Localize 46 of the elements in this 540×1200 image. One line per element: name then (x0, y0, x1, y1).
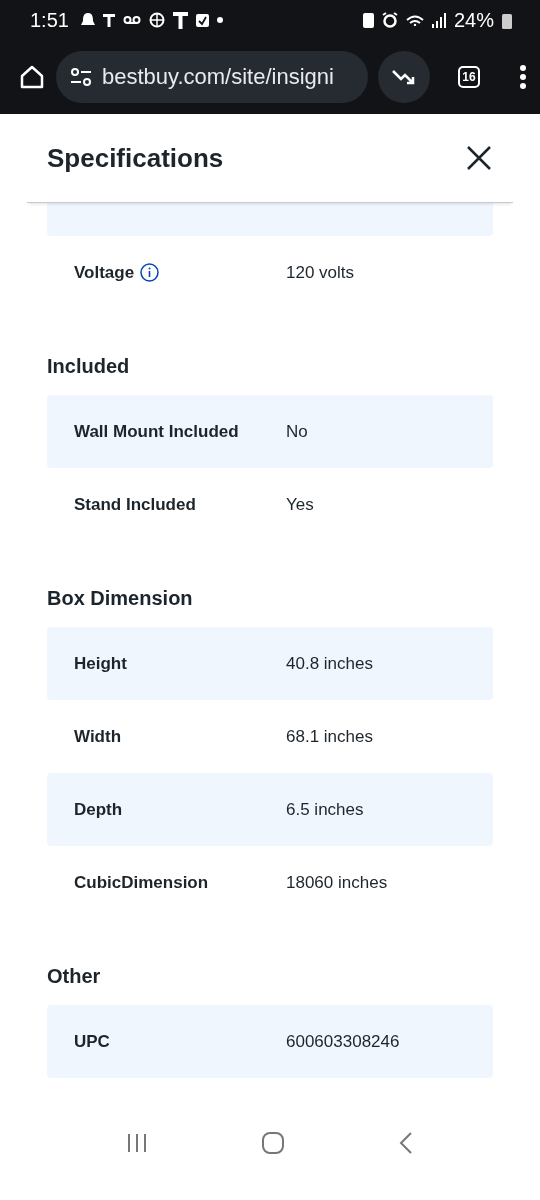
carrier-t-icon (102, 12, 115, 28)
carrier-t-icon (172, 11, 188, 29)
section-heading: Other (47, 964, 102, 989)
signal-icon (431, 12, 446, 28)
checkbox-icon (195, 13, 209, 27)
more-menu-icon[interactable] (520, 65, 526, 89)
battery-saver-icon (362, 12, 374, 28)
trend-button[interactable] (378, 51, 430, 103)
spec-value: No (286, 421, 309, 442)
spec-value: 120 volts (286, 262, 356, 283)
section-heading: Box Dimension (47, 586, 194, 611)
spec-label: Wall Mount Included (74, 421, 239, 442)
battery-percent: 24% (453, 8, 494, 32)
info-icon[interactable] (140, 263, 160, 282)
spec-value: 18060 inches (286, 872, 389, 893)
battery-icon (502, 11, 512, 29)
back-icon[interactable] (397, 1131, 414, 1155)
tab-count-button[interactable]: 16 (458, 66, 480, 88)
dot-icon (216, 17, 223, 23)
spec-value: Yes (286, 494, 315, 515)
spec-value: 6.5 inches (286, 799, 365, 820)
spec-label: Stand Included (74, 494, 196, 515)
recent-apps-icon[interactable] (126, 1133, 149, 1153)
section-heading: Included (47, 354, 131, 379)
close-button[interactable] (465, 144, 493, 172)
alarm-icon (381, 12, 398, 28)
panel-title: Specifications (47, 142, 224, 174)
spec-label: Width (74, 726, 122, 747)
wifi-icon (405, 14, 424, 26)
voicemail-icon (122, 15, 141, 25)
site-settings-icon[interactable] (70, 68, 92, 86)
spec-label: CubicDimension (74, 872, 209, 893)
status-time: 1:51 (30, 8, 69, 32)
spec-value: 600603308246 (286, 1031, 401, 1052)
spec-label: Voltage (74, 262, 135, 283)
spec-label: Depth (74, 799, 123, 820)
spec-label: UPC (74, 1031, 110, 1052)
home-icon[interactable] (18, 63, 46, 91)
trend-down-icon (391, 67, 417, 87)
spec-label: Height (74, 653, 127, 674)
spec-value: 40.8 inches (286, 653, 374, 674)
spec-value: 68.1 inches (286, 726, 374, 747)
pinwheel-icon (148, 12, 165, 28)
url-text: bestbuy.com/site/insigni (102, 64, 334, 90)
home-nav-icon[interactable] (261, 1131, 285, 1155)
address-bar[interactable]: bestbuy.com/site/insigni (56, 51, 368, 103)
